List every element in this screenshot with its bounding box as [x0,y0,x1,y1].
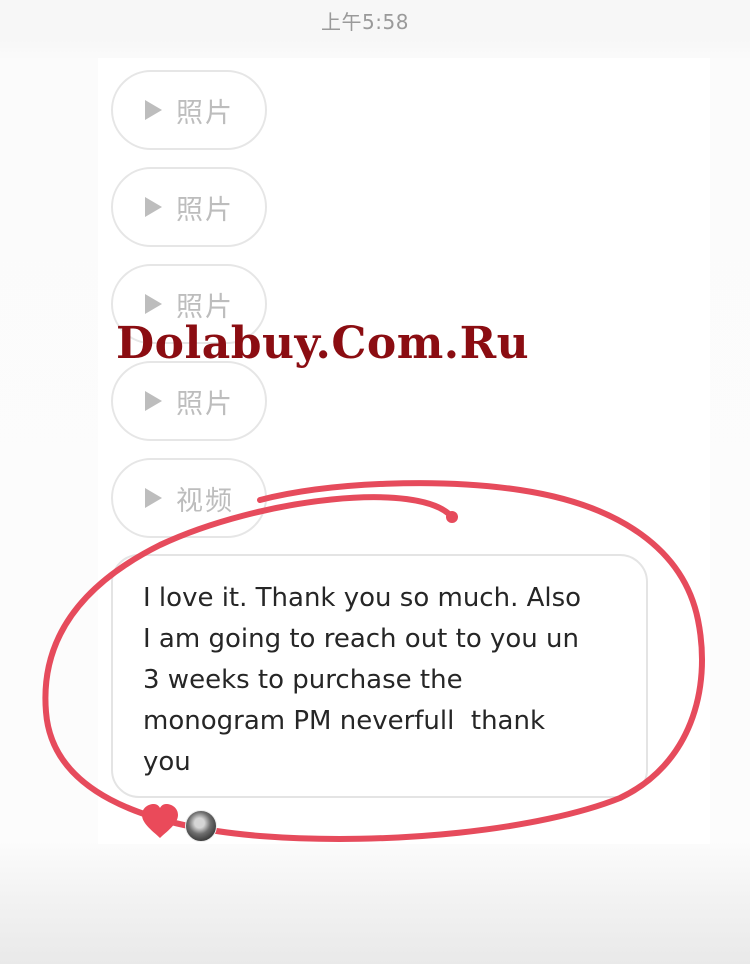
media-label: 视频 [176,485,234,517]
chat-screen: 上午5:58 照片 照片 照片 照片 视频 Dolabuy.Com.Ru I l… [0,0,750,964]
video-message[interactable]: 视频 [111,458,267,538]
play-icon [145,100,162,120]
avatar[interactable] [185,810,217,842]
text-message-bubble[interactable]: I love it. Thank you so much. Also I am … [111,554,648,798]
media-label: 照片 [176,194,234,226]
play-icon [145,391,162,411]
status-time: 上午5:58 [321,10,409,34]
photo-message-4[interactable]: 照片 [111,361,267,441]
message-text: I love it. Thank you so much. Also I am … [143,583,582,777]
media-label: 照片 [176,388,234,420]
play-icon [145,197,162,217]
photo-message-2[interactable]: 照片 [111,167,267,247]
play-icon [145,488,162,508]
watermark-text: Dolabuy.Com.Ru [116,318,530,369]
media-label: 照片 [176,97,234,129]
play-icon [145,294,162,314]
photo-message-1[interactable]: 照片 [111,70,267,150]
